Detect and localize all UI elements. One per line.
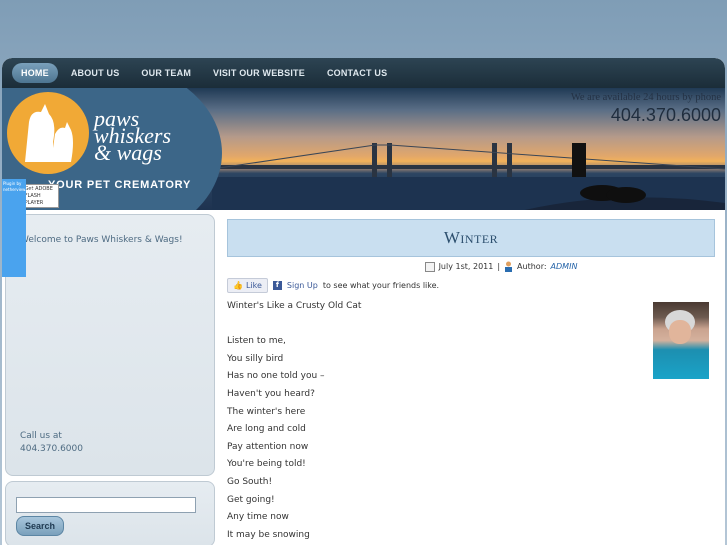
poem-line: It may be snowing [227, 529, 310, 540]
facebook-icon: f [272, 281, 282, 290]
author-label: Author: [517, 262, 547, 271]
flash-line-2: FLASH PLAYER [24, 192, 44, 206]
welcome-text: Welcome to Paws Whiskers & Wags! [20, 235, 183, 245]
search-input[interactable] [16, 496, 196, 513]
meta-separator: | [497, 262, 501, 271]
post-title[interactable]: Winter [444, 228, 498, 248]
post-date: July 1st, 2011 [438, 262, 494, 271]
call-us-block: Call us at 404.370.6000 [20, 430, 83, 456]
nav-home[interactable]: HOME [12, 63, 58, 83]
poem-line: Are long and cold [227, 424, 306, 435]
post-title-box: Winter [227, 219, 715, 257]
poem-line: Listen to me, [227, 336, 286, 347]
poem-line: Winter's Like a Crusty Old Cat [227, 301, 362, 311]
post-meta: July 1st, 2011 | Author: ADMIN [227, 261, 715, 272]
post-body: Winter's Like a Crusty Old Cat Listen to… [227, 301, 715, 545]
poem-line: Has no one told you – [227, 371, 325, 382]
flash-plugin-strip[interactable]: Plugin by netherview.com [2, 179, 35, 277]
facebook-signup-link[interactable]: Sign Up [287, 281, 318, 290]
pets-silhouette-icon [25, 104, 73, 162]
poem-line: You silly bird [227, 353, 284, 364]
sidebar-info-box: Welcome to Paws Whiskers & Wags! Call us… [5, 214, 215, 476]
poem-line: Any time now [227, 512, 289, 523]
page-container: HOME ABOUT US OUR TEAM VISIT OUR WEBSITE… [2, 58, 725, 545]
availability-text: We are available 24 hours by phone [570, 92, 721, 103]
sunset-bridge-illustration [212, 143, 725, 210]
facebook-like-bar: 👍 Like f Sign Up to see what your friend… [227, 278, 715, 293]
poem-line: Go South! [227, 476, 273, 487]
main-nav: HOME ABOUT US OUR TEAM VISIT OUR WEBSITE… [2, 58, 725, 88]
header-banner: paws whiskers & wags YOUR PET CREMATORY … [2, 88, 725, 210]
poem-line [227, 319, 715, 337]
poem-line: Pay attention now [227, 441, 309, 452]
author-link[interactable]: ADMIN [551, 262, 578, 271]
main-content: Winter July 1st, 2011 | Author: ADMIN 👍 … [227, 219, 715, 545]
tagline: YOUR PET CREMATORY [48, 179, 192, 191]
poem-line: You're being told! [227, 459, 306, 470]
logo-circle [7, 92, 89, 174]
author-icon [505, 261, 513, 272]
header-phone: 404.370.6000 [610, 105, 721, 125]
nav-contact-us[interactable]: CONTACT US [318, 63, 396, 83]
sidebar: Welcome to Paws Whiskers & Wags! Call us… [5, 214, 215, 545]
facebook-signup-text: to see what your friends like. [322, 281, 440, 290]
sidebar-search-box: Search [5, 481, 215, 545]
logo-wordmark[interactable]: paws whiskers & wags [94, 108, 171, 165]
logo-line-wags: & wags [94, 140, 162, 165]
poem-line: Haven't you heard? [227, 388, 315, 399]
call-us-phone: 404.370.6000 [20, 444, 83, 454]
nav-about-us[interactable]: ABOUT US [62, 63, 129, 83]
nav-visit-website[interactable]: VISIT OUR WEBSITE [204, 63, 314, 83]
facebook-like-button[interactable]: 👍 Like [227, 278, 268, 293]
like-label: Like [245, 281, 262, 290]
poem-line: The winter's here [227, 406, 306, 417]
author-photo [653, 302, 709, 379]
thumbs-up-icon: 👍 [233, 281, 243, 290]
nav-our-team[interactable]: OUR TEAM [132, 63, 200, 83]
calendar-icon [424, 261, 435, 272]
poem-line: Get going! [227, 494, 275, 505]
call-us-label: Call us at [20, 431, 62, 441]
search-button[interactable]: Search [16, 516, 65, 536]
